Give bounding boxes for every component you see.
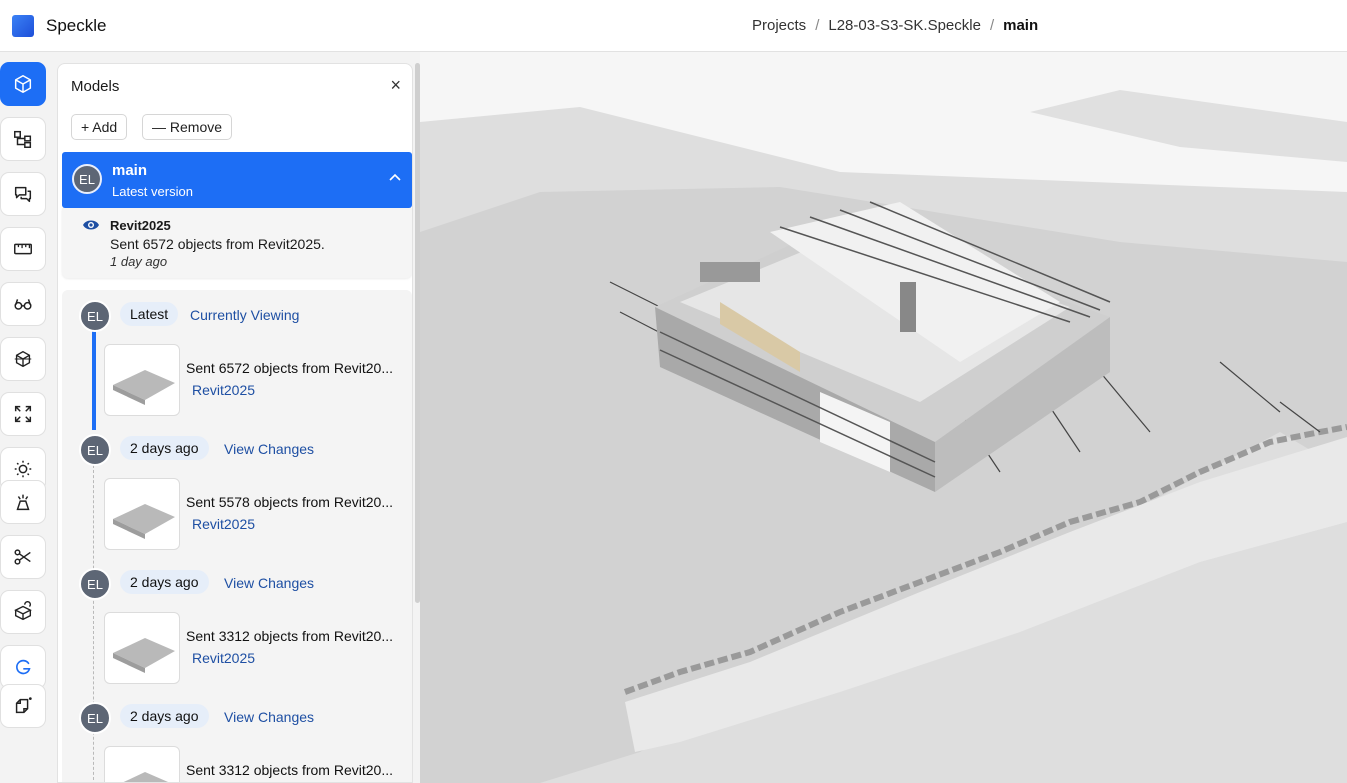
new-view-button[interactable] bbox=[0, 684, 46, 728]
breadcrumb-projects[interactable]: Projects bbox=[752, 17, 806, 34]
version-thumbnail[interactable] bbox=[104, 746, 180, 782]
model-thumbnail-image bbox=[123, 772, 169, 782]
breadcrumb: Projects / L28-03-S3-SK.Speckle / main bbox=[752, 17, 1038, 34]
measure-button[interactable] bbox=[0, 227, 46, 271]
version-message: Sent 3312 objects from Revit20... bbox=[186, 762, 393, 778]
3d-viewer-canvas[interactable] bbox=[420, 52, 1347, 783]
light-icon bbox=[14, 460, 32, 478]
eye-icon[interactable] bbox=[82, 218, 100, 232]
discussions-icon bbox=[14, 186, 32, 203]
isolate-button[interactable] bbox=[0, 590, 46, 634]
version-time: 1 day ago bbox=[110, 254, 168, 269]
avatar: EL bbox=[79, 702, 111, 734]
version-item[interactable]: EL 2 days ago View Changes bbox=[62, 702, 412, 734]
views-icon bbox=[14, 299, 32, 310]
brand-name[interactable]: Speckle bbox=[46, 16, 106, 36]
section-box-icon bbox=[14, 350, 32, 368]
model-thumbnail-image bbox=[113, 638, 175, 673]
version-item[interactable]: EL 2 days ago View Changes bbox=[62, 434, 412, 466]
gendo-button[interactable] bbox=[0, 645, 46, 689]
version-source[interactable]: Revit2025 bbox=[192, 516, 255, 532]
speckle-logo-icon[interactable] bbox=[12, 15, 34, 37]
measure-icon bbox=[14, 243, 32, 255]
view-changes-link[interactable]: View Changes bbox=[224, 709, 314, 725]
breadcrumb-separator: / bbox=[989, 17, 995, 34]
model-card[interactable]: EL main Latest version bbox=[62, 152, 412, 208]
isolate-icon bbox=[14, 601, 32, 621]
breadcrumb-separator: / bbox=[815, 17, 820, 34]
view-changes-link[interactable]: View Changes bbox=[224, 441, 314, 457]
version-item[interactable]: EL Latest Currently Viewing bbox=[62, 300, 412, 332]
chevron-up-icon[interactable] bbox=[388, 171, 402, 185]
version-source[interactable]: Revit2025 bbox=[192, 650, 255, 666]
filter-cut-button[interactable] bbox=[0, 535, 46, 579]
panel-scrollbar[interactable] bbox=[415, 63, 420, 603]
models-button[interactable] bbox=[0, 62, 46, 106]
view-changes-link[interactable]: View Changes bbox=[224, 575, 314, 591]
version-thumbnail[interactable] bbox=[104, 344, 180, 416]
version-item[interactable]: EL 2 days ago View Changes bbox=[62, 568, 412, 600]
gendo-icon bbox=[16, 659, 31, 675]
avatar: EL bbox=[72, 164, 102, 194]
model-version-detail: Revit2025 Sent 6572 objects from Revit20… bbox=[62, 208, 412, 278]
version-thumbnail[interactable] bbox=[104, 612, 180, 684]
version-age-pill: Latest bbox=[120, 302, 179, 326]
version-source[interactable]: Revit2025 bbox=[192, 382, 255, 398]
models-icon bbox=[14, 75, 32, 93]
version-age-pill: 2 days ago bbox=[120, 570, 209, 594]
filter-cut-icon bbox=[14, 549, 31, 565]
explode-button[interactable] bbox=[0, 480, 46, 524]
version-message: Sent 6572 objects from Revit20... bbox=[186, 360, 393, 376]
timeline-line bbox=[93, 465, 94, 782]
avatar: EL bbox=[79, 300, 111, 332]
remove-model-button[interactable]: — Remove bbox=[142, 114, 233, 140]
version-age-pill: 2 days ago bbox=[120, 704, 209, 728]
avatar: EL bbox=[79, 568, 111, 600]
version-message: Sent 5578 objects from Revit20... bbox=[186, 494, 393, 510]
scene-explorer-icon bbox=[14, 130, 32, 148]
new-view-icon bbox=[15, 697, 32, 714]
section-box-button[interactable] bbox=[0, 337, 46, 381]
breadcrumb-model: main bbox=[1003, 17, 1039, 34]
add-model-button[interactable]: + Add bbox=[71, 114, 128, 140]
close-icon[interactable]: × bbox=[390, 75, 401, 96]
model-render bbox=[420, 52, 1347, 783]
version-history: EL Latest Currently Viewing Sent 6572 ob… bbox=[62, 290, 412, 782]
version-thumbnail[interactable] bbox=[104, 478, 180, 550]
zoom-extents-button[interactable] bbox=[0, 392, 46, 436]
panel-title: Models bbox=[71, 78, 120, 95]
views-button[interactable] bbox=[0, 282, 46, 326]
models-panel: Models × + Add — Remove EL main Latest v… bbox=[57, 63, 413, 783]
currently-viewing-link[interactable]: Currently Viewing bbox=[190, 307, 299, 323]
version-source: Revit2025 bbox=[110, 218, 171, 233]
avatar: EL bbox=[79, 434, 111, 466]
model-name: main bbox=[112, 162, 148, 179]
zoom-extents-icon bbox=[14, 405, 32, 423]
model-version-label: Latest version bbox=[112, 184, 193, 199]
version-age-pill: 2 days ago bbox=[120, 436, 209, 460]
timeline-line bbox=[92, 330, 96, 430]
model-thumbnail-image bbox=[113, 370, 175, 405]
version-message: Sent 6572 objects from Revit2025. bbox=[110, 236, 325, 252]
top-bar: Speckle Projects / L28-03-S3-SK.Speckle … bbox=[0, 0, 1347, 52]
discussions-button[interactable] bbox=[0, 172, 46, 216]
version-message: Sent 3312 objects from Revit20... bbox=[186, 628, 393, 644]
model-thumbnail-image bbox=[113, 504, 175, 539]
scene-explorer-button[interactable] bbox=[0, 117, 46, 161]
breadcrumb-project[interactable]: L28-03-S3-SK.Speckle bbox=[828, 17, 981, 34]
explode-icon bbox=[16, 494, 30, 511]
